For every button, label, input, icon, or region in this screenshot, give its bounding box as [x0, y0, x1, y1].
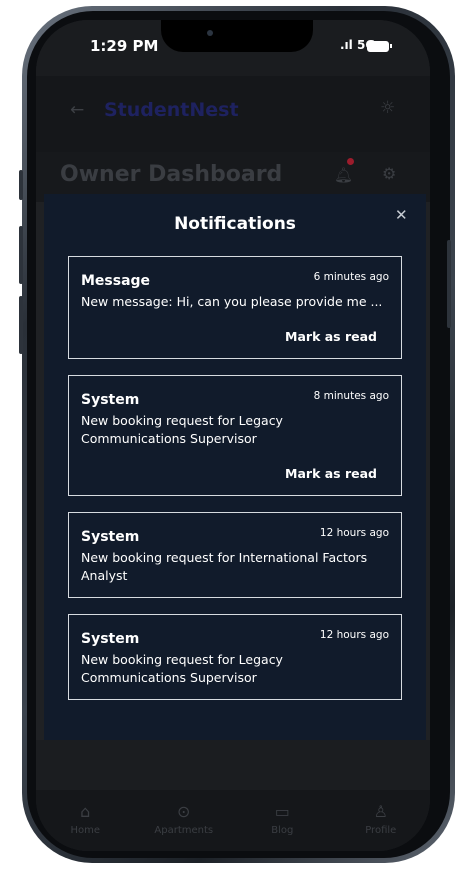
- back-arrow-icon[interactable]: ←: [70, 100, 84, 120]
- phone-screen: 1:29 PM .ıl 5G ← StudentNest ☼ Owner Das…: [36, 20, 430, 851]
- nav-label: Profile: [365, 825, 397, 836]
- mark-as-read-button[interactable]: Mark as read: [81, 329, 389, 344]
- status-time: 1:29 PM: [90, 37, 159, 55]
- notification-type: System: [81, 392, 140, 408]
- notification-message: New booking request for Legacy Communica…: [81, 413, 283, 446]
- page-background: [36, 740, 430, 790]
- status-bar: 1:29 PM .ıl 5G: [36, 20, 430, 76]
- sun-icon[interactable]: ☼: [380, 98, 395, 118]
- nav-label: Blog: [271, 825, 294, 836]
- brand-title: StudentNest: [104, 99, 239, 121]
- notification-message: New message: Hi, can you please provide …: [81, 294, 383, 309]
- notification-type: System: [81, 529, 140, 545]
- notification-card: System 12 hours ago New booking request …: [68, 614, 402, 700]
- side-button-left-1: [19, 170, 23, 200]
- nav-label: Home: [70, 825, 101, 836]
- notification-type: System: [81, 631, 140, 647]
- notification-badge: [347, 158, 354, 165]
- nav-item-profile[interactable]: ♙ Profile: [332, 790, 431, 851]
- notification-card: System 12 hours ago New booking request …: [68, 512, 402, 598]
- notifications-modal: Notifications ✕ Message 6 minutes ago Ne…: [44, 194, 426, 740]
- nav-item-blog[interactable]: ▭ Blog: [233, 790, 332, 851]
- side-button-left-2: [19, 226, 23, 284]
- nav-item-home[interactable]: ⌂ Home: [36, 790, 135, 851]
- notification-list[interactable]: Message 6 minutes ago New message: Hi, c…: [68, 256, 402, 716]
- app-header: ← StudentNest ☼: [36, 76, 430, 152]
- notification-time: 12 hours ago: [319, 527, 389, 539]
- notification-type: Message: [81, 273, 151, 289]
- notification-message: New booking request for International Fa…: [81, 550, 368, 583]
- bell-icon[interactable]: 🔔︎: [334, 166, 353, 184]
- book-icon: ▭: [274, 802, 290, 821]
- notification-card: Message 6 minutes ago New message: Hi, c…: [68, 256, 402, 359]
- modal-title: Notifications: [174, 214, 296, 234]
- notification-message: New booking request for Legacy Communica…: [81, 652, 283, 685]
- location-pin-icon: ⊙: [177, 802, 191, 821]
- notch: [161, 20, 313, 52]
- notification-time: 6 minutes ago: [313, 271, 389, 283]
- nav-item-apartments[interactable]: ⊙ Apartments: [135, 790, 234, 851]
- battery-nub: [390, 44, 392, 48]
- battery-icon: [367, 41, 389, 52]
- user-icon: ♙: [373, 802, 388, 821]
- close-icon[interactable]: ✕: [395, 206, 408, 224]
- notification-card: System 8 minutes ago New booking request…: [68, 375, 402, 496]
- notification-time: 8 minutes ago: [313, 390, 389, 402]
- nav-label: Apartments: [154, 825, 214, 836]
- notification-time: 12 hours ago: [319, 629, 389, 641]
- home-icon: ⌂: [80, 802, 91, 821]
- side-button-left-3: [19, 296, 23, 354]
- gear-icon[interactable]: ⚙: [382, 164, 396, 183]
- bottom-nav: ⌂ Home ⊙ Apartments ▭ Blog ♙ Profile: [36, 790, 430, 851]
- side-button-right: [447, 240, 451, 328]
- mark-as-read-button[interactable]: Mark as read: [81, 466, 389, 481]
- camera-icon: [207, 30, 213, 36]
- page-title: Owner Dashboard: [60, 162, 283, 187]
